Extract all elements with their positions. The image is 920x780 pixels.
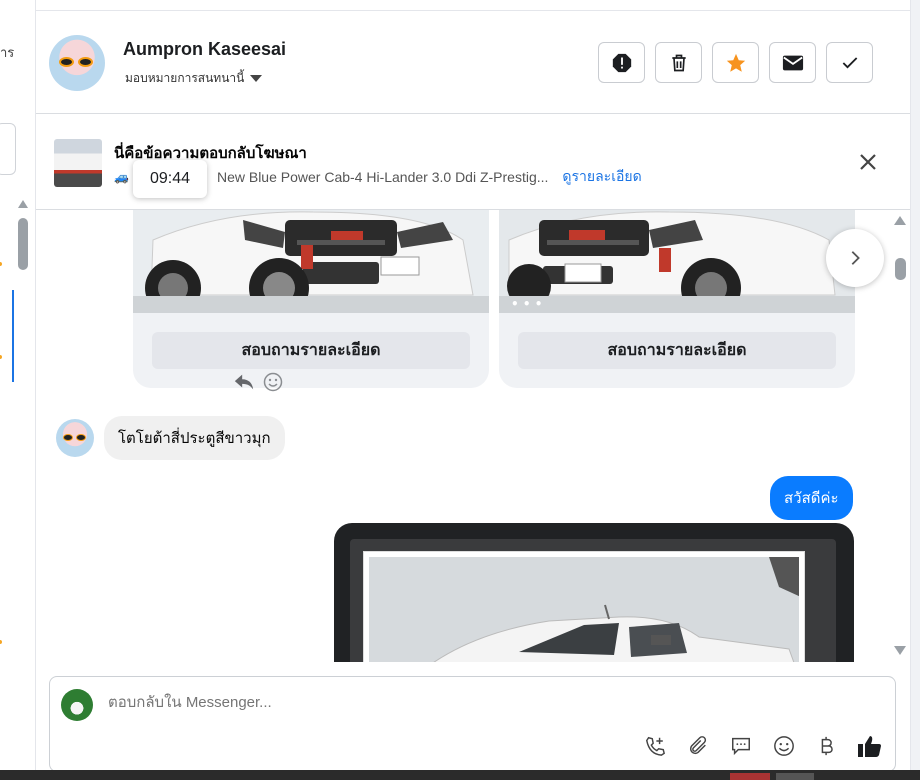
mark-unread-button[interactable] xyxy=(769,42,816,83)
truck-photo[interactable]: • • • xyxy=(499,210,855,313)
emoji-react-icon[interactable] xyxy=(263,372,283,392)
scroll-up-icon[interactable] xyxy=(894,216,906,225)
incoming-message[interactable]: โตโยต้าสี่ประตูสีขาวมุก xyxy=(104,416,285,460)
reply-input[interactable] xyxy=(106,693,806,712)
mail-icon xyxy=(782,55,803,70)
list-scroll-up-icon[interactable] xyxy=(18,200,28,208)
taskbar-app[interactable] xyxy=(730,773,770,780)
composer-toolbar xyxy=(642,733,883,759)
contact-avatar[interactable] xyxy=(49,35,105,91)
assign-label: มอบหมายการสนทนานี้ xyxy=(125,71,245,85)
unread-dot xyxy=(0,262,2,266)
svg-text:• • •: • • • xyxy=(511,297,542,311)
taskbar-app[interactable] xyxy=(776,773,814,780)
outgoing-message[interactable]: สวัสดีค่ะ xyxy=(770,476,853,520)
ask-details-button[interactable]: สอบถามรายละเอียด xyxy=(152,332,470,369)
add-call-button[interactable] xyxy=(642,733,668,759)
delete-button[interactable] xyxy=(655,42,702,83)
carousel-card: • • • สอบถามรายละเอียด xyxy=(499,210,855,388)
star-button[interactable] xyxy=(712,42,759,83)
ask-details-button[interactable]: สอบถามรายละเอียด xyxy=(518,332,836,369)
incoming-message-row: โตโยต้าสี่ประตูสีขาวมุก xyxy=(56,416,285,460)
ad-thumbnail[interactable] xyxy=(54,139,102,187)
baht-icon xyxy=(821,736,833,756)
selected-conversation-indicator xyxy=(12,290,14,382)
composer-area xyxy=(36,662,910,772)
message-composer xyxy=(49,676,896,772)
page-avatar xyxy=(61,689,93,721)
like-icon xyxy=(858,736,881,757)
star-icon xyxy=(726,53,745,72)
ad-subtitle: New Blue Power Cab-4 Hi-Lander 3.0 Ddi Z… xyxy=(216,169,549,185)
truck-photo[interactable] xyxy=(133,210,489,313)
assign-conversation-dropdown[interactable]: มอบหมายการสนทนานี้ xyxy=(125,69,263,88)
contact-name[interactable]: Aumpron Kaseesai xyxy=(123,39,286,60)
unread-dot xyxy=(0,640,2,644)
attach-button[interactable] xyxy=(685,733,711,759)
header-actions xyxy=(598,42,873,83)
message-actions xyxy=(233,372,283,392)
carousel-card: สอบถามรายละเอียด xyxy=(133,210,489,388)
payment-button[interactable] xyxy=(814,733,840,759)
thread-scrollbar-thumb[interactable] xyxy=(895,258,906,280)
window-edge xyxy=(910,0,920,770)
os-taskbar xyxy=(0,770,920,780)
saved-replies-button[interactable] xyxy=(728,733,754,759)
list-scrollbar-thumb[interactable] xyxy=(18,218,28,270)
chevron-right-icon xyxy=(851,251,860,265)
conversation-header: Aumpron Kaseesai มอบหมายการสนทนานี้ xyxy=(36,10,910,114)
car-emoji-icon: 🚙 xyxy=(114,170,129,184)
saved-replies-icon xyxy=(732,737,750,756)
mark-done-button[interactable] xyxy=(826,42,873,83)
caret-down-icon xyxy=(250,75,263,82)
trash-icon xyxy=(671,54,686,71)
contact-avatar-small[interactable] xyxy=(56,419,94,457)
mark-spam-button[interactable] xyxy=(598,42,645,83)
ad-details-link[interactable]: ดูรายละเอียด xyxy=(562,166,641,188)
carousel-next-button[interactable] xyxy=(826,229,884,287)
scroll-down-icon[interactable] xyxy=(894,646,906,655)
like-button[interactable] xyxy=(857,733,883,759)
conversation-list-panel: าร xyxy=(0,0,36,770)
unread-dot xyxy=(0,355,2,359)
list-header-fragment: าร xyxy=(0,45,15,60)
outgoing-image[interactable] xyxy=(334,523,854,662)
check-icon xyxy=(842,56,857,68)
emoji-button[interactable] xyxy=(771,733,797,759)
reply-icon[interactable] xyxy=(233,372,255,392)
search-box-fragment[interactable] xyxy=(0,123,16,175)
timestamp-tooltip: 09:44 xyxy=(133,160,207,198)
add-call-icon xyxy=(645,736,666,756)
ad-reply-banner: นี่คือข้อความตอบกลับโฆษณา 🚙 New Blue Pow… xyxy=(36,114,910,210)
spam-icon xyxy=(612,53,631,72)
message-thread[interactable]: สอบถามรายละเอียด • • • สอบถามรายละเอียด xyxy=(36,210,892,662)
attach-icon xyxy=(689,736,707,755)
emoji-icon xyxy=(774,736,794,756)
close-icon[interactable] xyxy=(858,152,878,172)
